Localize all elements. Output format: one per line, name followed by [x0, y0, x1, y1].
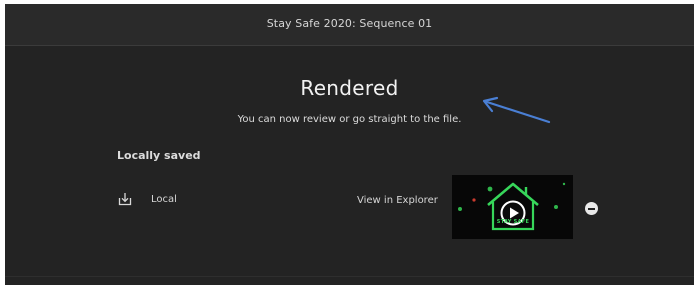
download-icon [118, 193, 132, 206]
divider [5, 276, 694, 277]
saved-location-label: Local [151, 194, 177, 205]
section-label-locally-saved: Locally saved [117, 149, 201, 162]
title-bar: Stay Safe 2020: Sequence 01 [5, 4, 694, 46]
render-dialog: Stay Safe 2020: Sequence 01 Rendered You… [5, 4, 694, 285]
video-thumbnail[interactable]: STAY SAFE [452, 175, 573, 239]
remove-button[interactable] [585, 202, 598, 215]
status-description: You can now review or go straight to the… [237, 114, 462, 125]
status-heading: Rendered [300, 76, 399, 100]
window-title: Stay Safe 2020: Sequence 01 [266, 17, 433, 30]
view-in-explorer-link[interactable]: View in Explorer [357, 195, 438, 206]
thumbnail-caption: STAY SAFE [496, 219, 530, 225]
